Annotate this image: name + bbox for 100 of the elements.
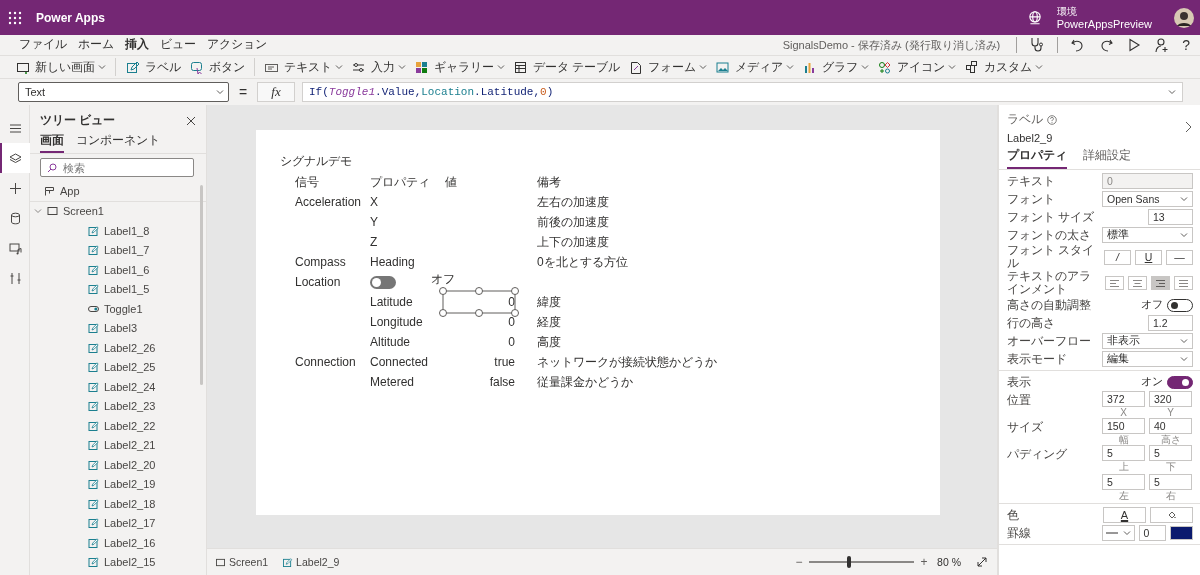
- tree-item[interactable]: Screen1: [30, 201, 206, 221]
- dropdown[interactable]: 非表示: [1102, 333, 1193, 349]
- tree-item[interactable]: Label1_6: [30, 260, 206, 280]
- toolbar-button[interactable]: フォーム: [629, 58, 708, 76]
- style-button[interactable]: —: [1166, 249, 1193, 265]
- help-button[interactable]: ?: [1182, 37, 1190, 53]
- search-field[interactable]: 検索: [40, 158, 194, 177]
- number-field[interactable]: 150: [1102, 418, 1145, 434]
- align-button[interactable]: [1151, 276, 1170, 290]
- number-field[interactable]: 372: [1102, 391, 1145, 407]
- scrollbar[interactable]: [200, 185, 203, 385]
- redo-icon[interactable]: [1098, 37, 1115, 53]
- tree-item[interactable]: Label2_20: [30, 455, 206, 475]
- dropdown[interactable]: Open Sans: [1102, 191, 1193, 207]
- toolbar-button[interactable]: メディア: [716, 58, 795, 76]
- tree-item[interactable]: Label1_7: [30, 240, 206, 260]
- environment-name[interactable]: PowerAppsPreview: [1056, 17, 1152, 30]
- breadcrumb[interactable]: Screen1: [215, 556, 269, 568]
- tree-item[interactable]: Label2_17: [30, 513, 206, 533]
- number-field[interactable]: 40: [1149, 418, 1192, 434]
- function-button[interactable]: fx: [257, 82, 295, 102]
- tab[interactable]: 詳細設定: [1083, 147, 1131, 169]
- dropdown[interactable]: 標準: [1102, 227, 1193, 243]
- zoom-out-button[interactable]: −: [792, 555, 807, 569]
- globe-icon[interactable]: [1026, 9, 1043, 26]
- tree-item[interactable]: App: [30, 181, 206, 201]
- number-field[interactable]: 13: [1148, 209, 1193, 225]
- tree-item[interactable]: Toggle1: [30, 299, 206, 319]
- tree-item[interactable]: Label2_23: [30, 396, 206, 416]
- align-button[interactable]: [1128, 276, 1147, 290]
- fill-color-button[interactable]: [1150, 507, 1193, 523]
- person-add-icon[interactable]: [1154, 37, 1171, 53]
- help-icon[interactable]: [1047, 114, 1057, 125]
- number-field[interactable]: 5: [1102, 445, 1145, 461]
- dropdown[interactable]: 編集: [1102, 351, 1193, 367]
- sidebar-button[interactable]: [0, 143, 30, 173]
- tree-item[interactable]: Label1_8: [30, 221, 206, 241]
- menu-tab[interactable]: ホーム: [78, 33, 114, 57]
- slider-thumb[interactable]: [846, 556, 851, 568]
- align-button[interactable]: [1105, 276, 1124, 290]
- tree-item[interactable]: Label2_25: [30, 357, 206, 377]
- paint-bucket-icon: [1167, 510, 1176, 520]
- toolbar-button[interactable]: カスタム: [965, 58, 1044, 76]
- toggle-switch[interactable]: [1167, 375, 1193, 389]
- toolbar-button[interactable]: テキスト: [265, 58, 343, 76]
- tree-item[interactable]: Label3: [30, 318, 206, 338]
- number-field[interactable]: 1.2: [1148, 315, 1193, 331]
- property-dropdown[interactable]: Text: [18, 82, 229, 102]
- expand-icon[interactable]: [977, 557, 987, 567]
- menu-tab[interactable]: ファイル: [19, 33, 67, 57]
- tree-item[interactable]: Label2_16: [30, 533, 206, 553]
- toolbar-button[interactable]: 入力: [352, 58, 406, 76]
- toolbar-button[interactable]: ラベル: [126, 58, 181, 76]
- align-button[interactable]: [1174, 276, 1193, 290]
- toolbar-button[interactable]: データ テーブル: [514, 58, 621, 76]
- zoom-in-button[interactable]: +: [917, 555, 932, 569]
- number-field[interactable]: 320: [1149, 391, 1192, 407]
- number-field[interactable]: 5: [1149, 474, 1192, 490]
- zoom-percentage: 80 %: [937, 556, 961, 568]
- property-name: Altitude: [370, 334, 412, 351]
- tree-item[interactable]: Label2_22: [30, 416, 206, 436]
- avatar[interactable]: [1174, 7, 1194, 28]
- field-caption: 右: [1164, 490, 1177, 501]
- toolbar-button[interactable]: グラフ: [803, 58, 870, 76]
- border-style-dropdown[interactable]: [1102, 525, 1135, 541]
- number-field[interactable]: 5: [1149, 445, 1192, 461]
- tree-item[interactable]: Label2_19: [30, 474, 206, 494]
- edit-icon: [88, 440, 99, 451]
- style-button[interactable]: /: [1104, 249, 1131, 265]
- toolbar-button[interactable]: ボタン: [190, 58, 245, 76]
- tree-item[interactable]: Label2_15: [30, 552, 206, 572]
- toolbar-button[interactable]: アイコン: [878, 58, 957, 76]
- formula-field[interactable]: If(Toggle1.Value,Location.Latitude,0): [302, 82, 1183, 102]
- tab[interactable]: プロパティ: [1007, 147, 1067, 169]
- style-button[interactable]: U: [1135, 249, 1162, 265]
- collapse-icon[interactable]: [1185, 121, 1192, 133]
- app-launcher-icon[interactable]: [8, 10, 22, 25]
- number-field[interactable]: 0: [1138, 525, 1167, 541]
- menu-tab[interactable]: アクション: [207, 33, 267, 57]
- color-swatch[interactable]: [1170, 526, 1193, 540]
- tree-item[interactable]: Label2_18: [30, 494, 206, 514]
- stethoscope-icon[interactable]: [1029, 37, 1046, 53]
- text-color-button[interactable]: A: [1103, 507, 1146, 523]
- toggle-switch[interactable]: [1167, 298, 1193, 312]
- tree-item[interactable]: Label2_24: [30, 377, 206, 397]
- close-icon[interactable]: [186, 115, 196, 126]
- menu-tab[interactable]: ビュー: [160, 33, 196, 57]
- tab[interactable]: コンポーネント: [76, 130, 160, 153]
- toolbar-button[interactable]: ギャラリー: [415, 58, 505, 76]
- tab[interactable]: 画面: [40, 130, 64, 153]
- breadcrumb[interactable]: Label2_9: [282, 556, 340, 568]
- tree-item[interactable]: Label1_5: [30, 279, 206, 299]
- app-icon: [44, 185, 55, 196]
- toggle-switch[interactable]: [370, 275, 396, 289]
- tree-item[interactable]: Label2_21: [30, 435, 206, 455]
- number-field[interactable]: 5: [1102, 474, 1145, 490]
- tree-item[interactable]: Label2_26: [30, 338, 206, 358]
- zoom-slider[interactable]: [809, 556, 915, 568]
- selection-frame[interactable]: [439, 287, 519, 317]
- toolbar-button[interactable]: 新しい画面: [16, 58, 106, 76]
